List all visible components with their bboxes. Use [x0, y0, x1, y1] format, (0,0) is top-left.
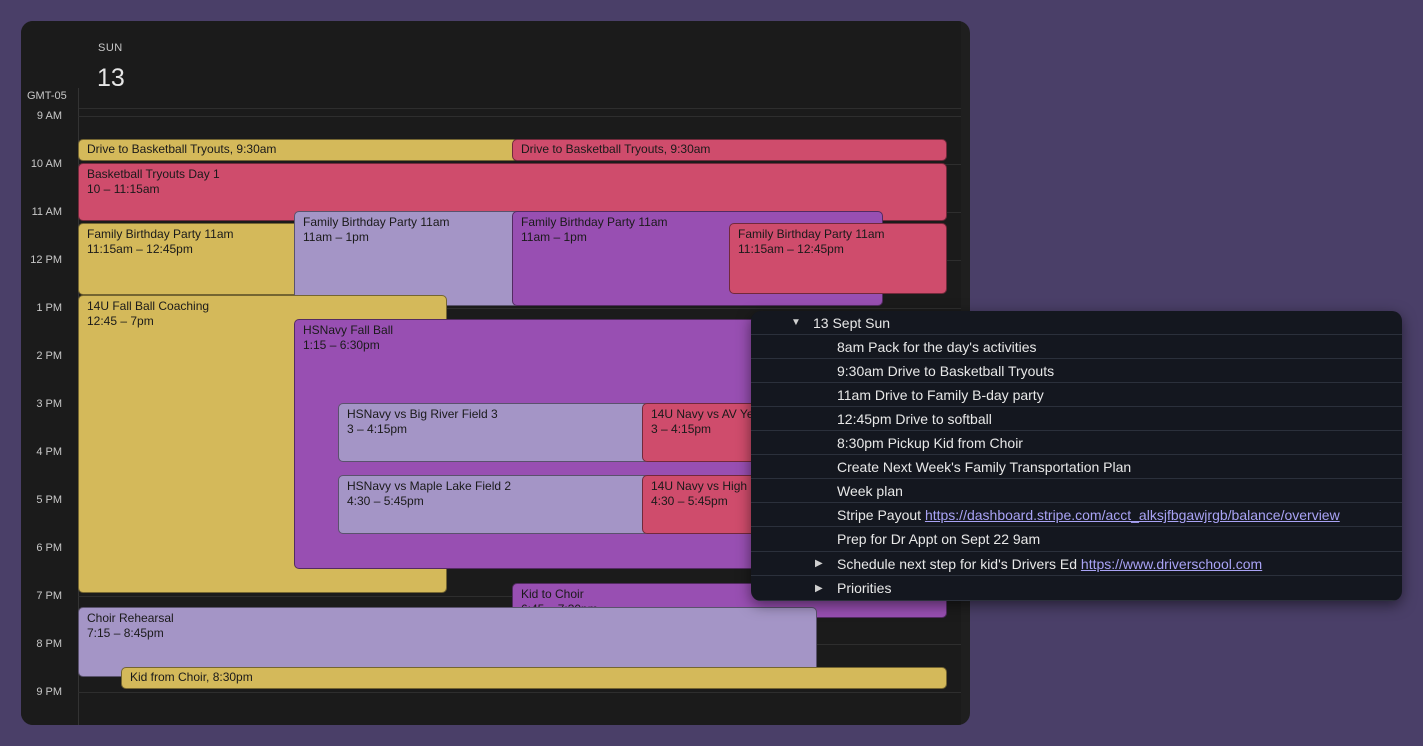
- event-time: 3 – 4:15pm: [347, 422, 408, 436]
- event-title: Basketball Tryouts Day 1: [87, 167, 220, 181]
- triangle-right-icon[interactable]: ▶: [815, 552, 823, 576]
- hour-gridline: [78, 692, 961, 693]
- outline-item[interactable]: 9:30am Drive to Basketball Tryouts: [751, 359, 1402, 383]
- outline-item-text: 8:30pm Pickup Kid from Choir: [837, 435, 1023, 451]
- hour-label: 3 PM: [36, 398, 62, 410]
- triangle-down-icon[interactable]: ▼: [791, 311, 801, 335]
- event-title: Family Birthday Party 11am: [87, 227, 234, 241]
- outline-item[interactable]: 12:45pm Drive to softball: [751, 407, 1402, 431]
- event-time: 11am – 1pm: [303, 230, 369, 244]
- event-time: , 9:30am: [229, 142, 277, 156]
- outline-item[interactable]: Prep for Dr Appt on Sept 22 9am: [751, 527, 1402, 552]
- calendar-event[interactable]: Family Birthday Party 11am 11:15am – 12:…: [729, 223, 947, 294]
- calendar-event[interactable]: Drive to Basketball Tryouts, 9:30am: [78, 139, 518, 161]
- outline-item-text: Create Next Week's Family Transportation…: [837, 459, 1132, 475]
- hour-gridline: [78, 116, 961, 117]
- event-title: 14U Fall Ball Coaching: [87, 299, 210, 313]
- outline-item[interactable]: Create Next Week's Family Transportation…: [751, 455, 1402, 479]
- event-time: , 9:30am: [663, 142, 711, 156]
- hour-label: 7 PM: [36, 590, 62, 602]
- day-name: SUN: [98, 42, 123, 54]
- day-number[interactable]: 13: [97, 64, 125, 93]
- hour-label: 8 PM: [36, 638, 62, 650]
- header-divider: [78, 108, 961, 109]
- calendar-event[interactable]: HSNavy vs Big River Field 3 3 – 4:15pm: [338, 403, 650, 462]
- hour-label: 6 PM: [36, 542, 62, 554]
- hour-label: 9 AM: [36, 110, 62, 122]
- event-title: 14U Navy vs High: [651, 479, 748, 493]
- hour-label: 1 PM: [36, 302, 62, 314]
- hour-label: 5 PM: [36, 494, 62, 506]
- event-time: , 8:30pm: [206, 670, 253, 684]
- timezone-label: GMT-05: [27, 90, 67, 102]
- outline-header[interactable]: ▼ 13 Sept Sun: [751, 311, 1402, 335]
- event-time: 11:15am – 12:45pm: [87, 242, 193, 256]
- outline-item[interactable]: ▶ Priorities: [751, 576, 1402, 601]
- hour-label: 4 PM: [36, 446, 62, 458]
- outline-item-text: Schedule next step for kid's Drivers Ed: [837, 556, 1081, 572]
- event-title: HSNavy vs Maple Lake Field 2: [347, 479, 512, 493]
- triangle-right-icon[interactable]: ▶: [815, 576, 823, 601]
- event-time: 1:15 – 6:30pm: [303, 338, 380, 352]
- event-time: 4:30 – 5:45pm: [347, 494, 424, 508]
- outline-item-text: 12:45pm Drive to softball: [837, 411, 992, 427]
- hour-label: 12 PM: [30, 254, 62, 266]
- outline-item[interactable]: Stripe Payout https://dashboard.stripe.c…: [751, 503, 1402, 527]
- calendar-event[interactable]: Kid from Choir, 8:30pm: [121, 667, 947, 689]
- outline-item-text: Prep for Dr Appt on Sept 22 9am: [837, 531, 1041, 547]
- hour-label: 10 AM: [30, 158, 62, 170]
- event-title: 14U Navy vs AV Ye: [651, 407, 754, 421]
- outline-item[interactable]: 8am Pack for the day's activities: [751, 335, 1402, 359]
- hour-label: 2 PM: [36, 350, 62, 362]
- outline-item[interactable]: 11am Drive to Family B-day party: [751, 383, 1402, 407]
- outline-item-text: 9:30am Drive to Basketball Tryouts: [837, 363, 1055, 379]
- hour-label: 11 AM: [31, 206, 62, 218]
- driverschool-link[interactable]: https://www.driverschool.com: [1081, 556, 1262, 572]
- event-time: 10 – 11:15am: [87, 182, 160, 196]
- event-title: Family Birthday Party 11am: [303, 215, 450, 229]
- event-title: Choir Rehearsal: [87, 611, 174, 625]
- stripe-payout-link[interactable]: https://dashboard.stripe.com/acct_alksjf…: [925, 507, 1340, 523]
- event-time: 4:30 – 5:45pm: [651, 494, 728, 508]
- outline-item[interactable]: Week plan: [751, 479, 1402, 503]
- outline-item-text: Stripe Payout: [837, 507, 925, 523]
- calendar-event[interactable]: HSNavy vs Maple Lake Field 2 4:30 – 5:45…: [338, 475, 650, 534]
- event-title: Kid from Choir: [130, 670, 207, 684]
- event-title: HSNavy vs Big River Field 3: [347, 407, 498, 421]
- outline-item-text: Week plan: [837, 483, 903, 499]
- event-title: HSNavy Fall Ball: [303, 323, 394, 337]
- outline-item[interactable]: ▶ Schedule next step for kid's Drivers E…: [751, 552, 1402, 576]
- calendar-event[interactable]: Family Birthday Party 11am 11:15am – 12:…: [78, 223, 304, 295]
- outline-item-text: 11am Drive to Family B-day party: [837, 387, 1044, 403]
- outline-item-text: 8am Pack for the day's activities: [837, 339, 1037, 355]
- event-title: Drive to Basketball Tryouts: [521, 142, 664, 156]
- event-time: 11:15am – 12:45pm: [738, 242, 844, 256]
- outline-date: 13 Sept Sun: [813, 315, 891, 331]
- event-title: Drive to Basketball Tryouts: [87, 142, 230, 156]
- event-title: Family Birthday Party 11am: [738, 227, 885, 241]
- calendar-event[interactable]: Family Birthday Party 11am 11am – 1pm: [294, 211, 530, 306]
- outline-panel: ▼ 13 Sept Sun 8am Pack for the day's act…: [751, 311, 1402, 601]
- event-time: 3 – 4:15pm: [651, 422, 712, 436]
- outline-item[interactable]: 8:30pm Pickup Kid from Choir: [751, 431, 1402, 455]
- event-time: 7:15 – 8:45pm: [87, 626, 164, 640]
- hour-label: 9 PM: [36, 686, 62, 698]
- calendar-event[interactable]: Drive to Basketball Tryouts, 9:30am: [512, 139, 947, 161]
- outline-item-text: Priorities: [837, 580, 892, 596]
